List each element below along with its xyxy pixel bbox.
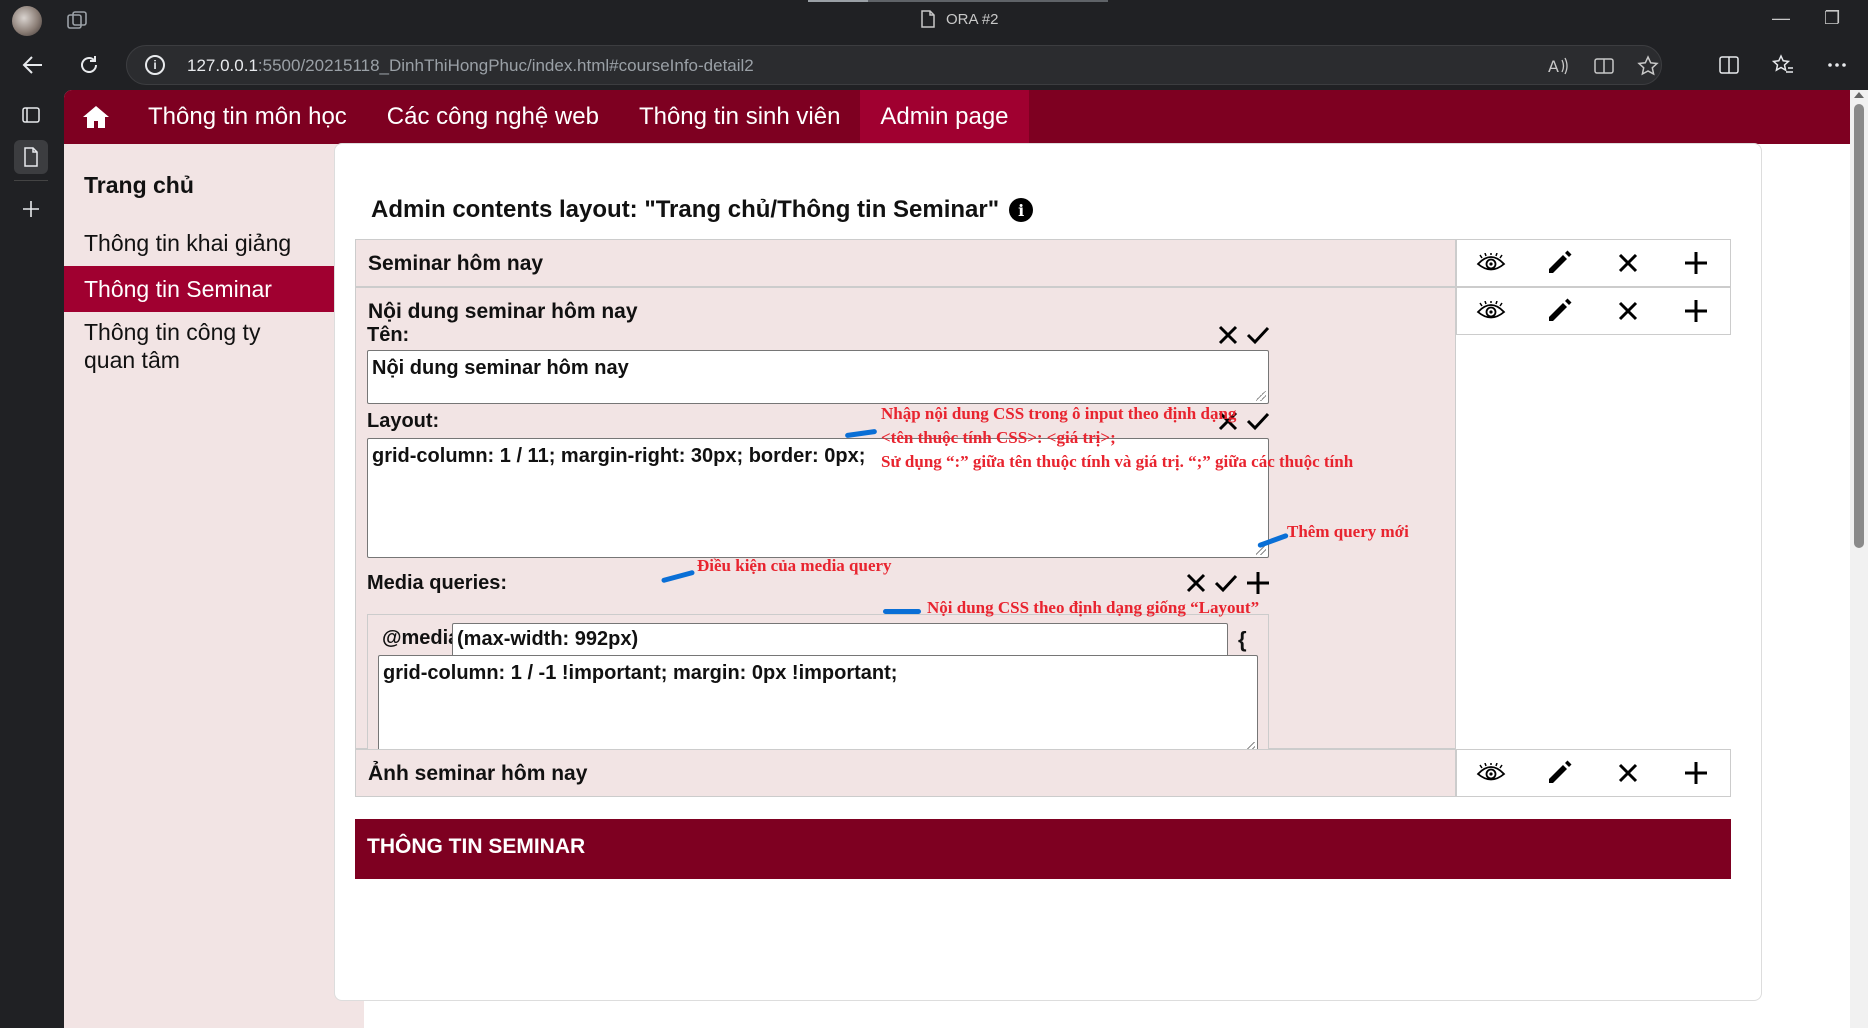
site-info-icon[interactable]: i (145, 55, 165, 75)
scroll-up-arrow[interactable] (1854, 92, 1864, 98)
url-path: :5500/20215118_DinhThiHongPhuc/index.htm… (257, 56, 754, 75)
row-actions (1456, 239, 1731, 287)
window-title-text: ORA #2 (946, 10, 999, 28)
url-bar[interactable]: i 127.0.0.1:5500/20215118_DinhThiHongPhu… (126, 45, 1662, 85)
restore-button[interactable]: ❐ (1824, 8, 1840, 29)
favorite-star-icon[interactable] (1637, 55, 1659, 77)
confirm-name-icon[interactable] (1245, 322, 1271, 348)
scroll-thumb[interactable] (1854, 104, 1864, 548)
media-condition-input[interactable]: (max-width: 992px) (452, 623, 1228, 659)
page-viewport: Thông tin môn học Các công nghệ web Thôn… (64, 90, 1868, 1028)
home-icon[interactable] (64, 90, 128, 144)
open-brace: { (1238, 627, 1247, 652)
media-condition-value: (max-width: 992px) (457, 628, 639, 650)
plus-icon[interactable] (1676, 291, 1716, 331)
browser-titlebar: ORA #2 — ❐ (0, 0, 1868, 40)
page-tab-icon[interactable] (14, 140, 48, 174)
tab-indicator-active (808, 0, 868, 2)
url-text[interactable]: 127.0.0.1:5500/20215118_DinhThiHongPhuc/… (187, 56, 754, 76)
pencil-icon[interactable] (1539, 243, 1579, 283)
layout-note-line-2: <tên thuộc tính CSS>: <giá trị>; (881, 428, 1116, 447)
svg-text:A: A (1548, 57, 1559, 76)
new-tab-icon[interactable] (14, 192, 48, 226)
plus-icon[interactable] (1676, 753, 1716, 793)
name-label: Tên: (367, 324, 410, 346)
info-icon[interactable]: i (1009, 198, 1034, 222)
media-css-value: grid-column: 1 / -1 !important; margin: … (383, 662, 898, 684)
tab-actions-icon[interactable] (14, 98, 48, 132)
reload-icon (81, 56, 97, 73)
confirm-mq-icon[interactable] (1213, 570, 1239, 596)
layout-note-line-3: Sử dụng “:” giữa tên thuộc tính và giá t… (881, 452, 1354, 471)
top-navigation: Thông tin môn học Các công nghệ web Thôn… (64, 90, 1850, 144)
favorites-icon[interactable] (1772, 54, 1794, 76)
split-screen-icon[interactable] (1718, 54, 1740, 76)
seminar-info-section: THÔNG TIN SEMINAR (355, 819, 1731, 879)
back-button[interactable] (18, 50, 48, 80)
plus-icon[interactable] (1676, 243, 1716, 283)
arrow-left-icon (22, 56, 42, 74)
media-at-keyword: @media (382, 627, 460, 649)
section-title: THÔNG TIN SEMINAR (367, 835, 586, 858)
read-aloud-icon[interactable]: A (1547, 55, 1569, 77)
row-seminar-image: Ảnh seminar hôm nay (355, 749, 1456, 797)
row-actions (1456, 749, 1731, 797)
page-title-text: Admin contents layout: "Trang chủ/Thông … (371, 196, 1000, 223)
nav-item-web-technologies[interactable]: Các công nghệ web (367, 90, 619, 144)
strip-divider (14, 180, 48, 181)
add-query-annotation: Thêm query mới (1287, 522, 1409, 541)
profile-avatar[interactable] (12, 6, 42, 36)
minimize-button[interactable]: — (1772, 8, 1790, 29)
page-scrollbar[interactable] (1850, 90, 1868, 1028)
name-textarea[interactable]: Nội dung seminar hôm nay (367, 350, 1269, 404)
eye-icon[interactable] (1471, 243, 1511, 283)
cancel-mq-icon[interactable] (1183, 570, 1209, 596)
close-icon[interactable] (1608, 243, 1648, 283)
media-queries-label: Media queries: (367, 572, 508, 594)
sidebar-item-companies-info[interactable]: Thông tin công ty quan tâm (64, 312, 364, 386)
close-icon[interactable] (1608, 291, 1648, 331)
row-seminar-today: Seminar hôm nay (355, 239, 1456, 287)
eye-icon[interactable] (1471, 753, 1511, 793)
page-title: Admin contents layout: "Trang chủ/Thông … (371, 196, 1034, 224)
media-css-textarea[interactable]: grid-column: 1 / -1 !important; margin: … (378, 655, 1258, 755)
address-toolbar: i 127.0.0.1:5500/20215118_DinhThiHongPhu… (0, 40, 1868, 90)
more-menu-icon[interactable] (1826, 54, 1848, 76)
eye-icon[interactable] (1471, 291, 1511, 331)
reload-button[interactable] (74, 50, 104, 80)
workspaces-icon[interactable] (66, 10, 88, 30)
sidebar: Trang chủ Thông tin khai giảng Thông tin… (64, 144, 364, 1028)
sidebar-title: Trang chủ (84, 172, 194, 198)
row-actions (1456, 287, 1731, 335)
sidebar-item-opening-info[interactable]: Thông tin khai giảng (64, 220, 364, 266)
pencil-icon[interactable] (1539, 753, 1579, 793)
name-value: Nội dung seminar hôm nay (372, 357, 629, 379)
mq-css-annotation: Nội dung CSS theo định dạng giống “Layou… (927, 598, 1260, 617)
row-label: Ảnh seminar hôm nay (368, 762, 588, 785)
layout-label: Layout: (367, 410, 440, 432)
sidebar-item-seminar-info[interactable]: Thông tin Seminar (64, 266, 364, 312)
vertical-tab-strip (0, 90, 64, 1028)
document-icon (921, 10, 935, 28)
mq-condition-annotation: Điều kiện của media query (697, 556, 892, 575)
pencil-icon[interactable] (1539, 291, 1579, 331)
admin-layout-card: Admin contents layout: "Trang chủ/Thông … (334, 143, 1762, 1001)
add-query-icon[interactable] (1245, 570, 1271, 596)
row-label: Seminar hôm nay (368, 252, 544, 275)
immersive-reader-icon[interactable] (1593, 55, 1615, 77)
nav-item-course-info[interactable]: Thông tin môn học (128, 90, 367, 144)
layout-note-line-1: Nhập nội dung CSS trong ô input theo địn… (881, 404, 1237, 423)
layout-annotation: Nhập nội dung CSS trong ô input theo địn… (881, 402, 1353, 474)
nav-item-student-info[interactable]: Thông tin sinh viên (619, 90, 860, 144)
url-host: 127.0.0.1 (187, 56, 258, 75)
row-label: Nội dung seminar hôm nay (368, 300, 638, 323)
annotation-pointer (883, 609, 921, 614)
close-icon[interactable] (1608, 753, 1648, 793)
window-title: ORA #2 (920, 10, 999, 28)
resize-handle[interactable] (1256, 391, 1266, 401)
layout-value: grid-column: 1 / 11; margin-right: 30px;… (372, 445, 866, 467)
cancel-name-icon[interactable] (1215, 322, 1241, 348)
nav-item-admin-page[interactable]: Admin page (860, 90, 1029, 144)
